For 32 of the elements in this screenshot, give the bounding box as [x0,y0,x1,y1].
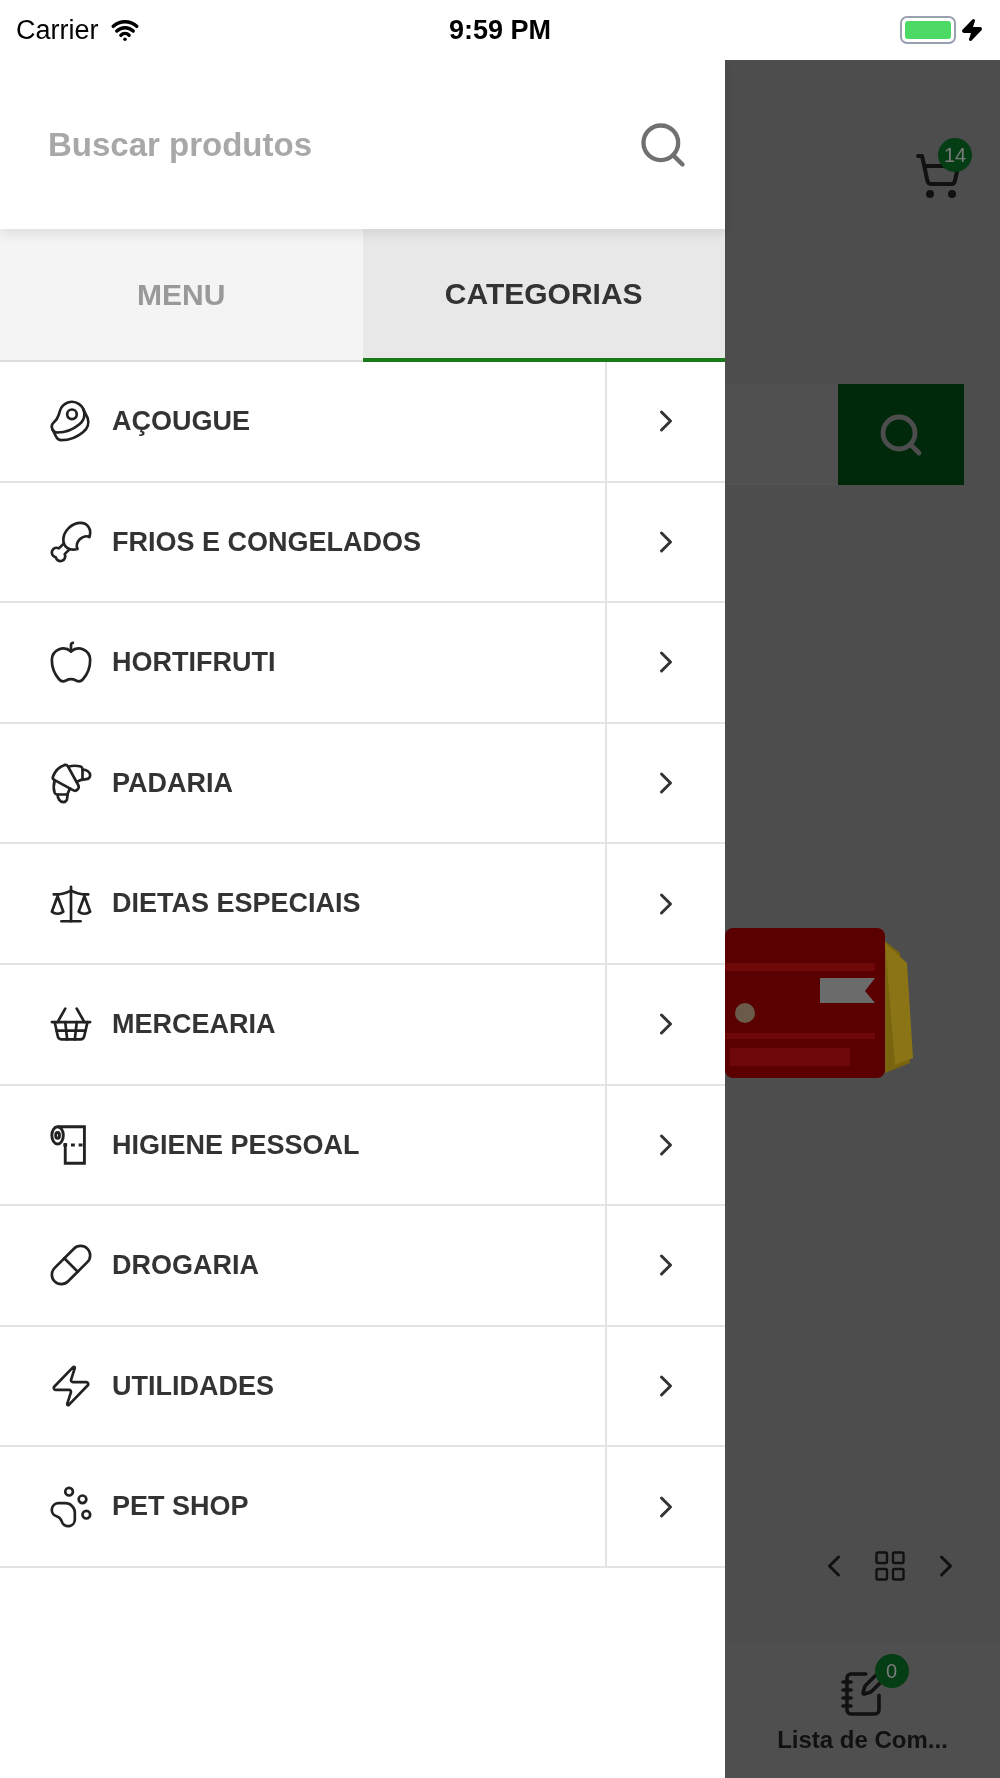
charging-icon [960,18,984,42]
tab[interactable]: CATEGORIAS [362,229,725,362]
carrier-name: Carrier [16,13,99,47]
search-field[interactable]: Buscar produtos [48,119,637,170]
category-item[interactable]: PADARIA [0,723,607,843]
list-badge: 0 [874,1654,909,1688]
category-item[interactable]: UTILIDADES [0,1326,607,1446]
category-label: AÇOUGUE [112,405,250,439]
category-item[interactable]: FRIOS E CONGELADOS [0,482,607,602]
category-item[interactable]: DIETAS ESPECIAIS [0,844,607,963]
category-label: HORTIFRUTI [112,646,276,680]
category-label: DROGARIA [112,1249,259,1283]
category-item[interactable]: HIGIENE PESSOAL [0,1085,607,1205]
category-label: UTILIDADES [112,1369,274,1403]
apple-icon [48,639,94,686]
category-label: DIETAS ESPECIAIS [112,887,361,921]
search-button[interactable] [838,384,964,485]
category-label: MERCEARIA [112,1008,276,1041]
category-label: PADARIA [112,766,233,800]
cart-badge: 14 [938,138,972,172]
category-label: FRIOS E CONGELADOS [112,525,422,559]
category-item[interactable]: HORTIFRUTI [0,603,607,722]
status-time: 9:59 PM [448,13,551,47]
category-item[interactable]: DROGARIA [0,1206,607,1325]
category-item[interactable]: AÇOUGUE [0,362,607,481]
category-label: PET SHOP [112,1490,249,1524]
category-item[interactable]: MERCEARIA [0,964,607,1084]
grid-icon[interactable] [872,1548,908,1584]
battery-icon [900,16,956,44]
category-label: HIGIENE PESSOAL [112,1128,360,1162]
category-item[interactable]: PET SHOP [0,1447,607,1566]
drumstick-icon [48,518,94,565]
